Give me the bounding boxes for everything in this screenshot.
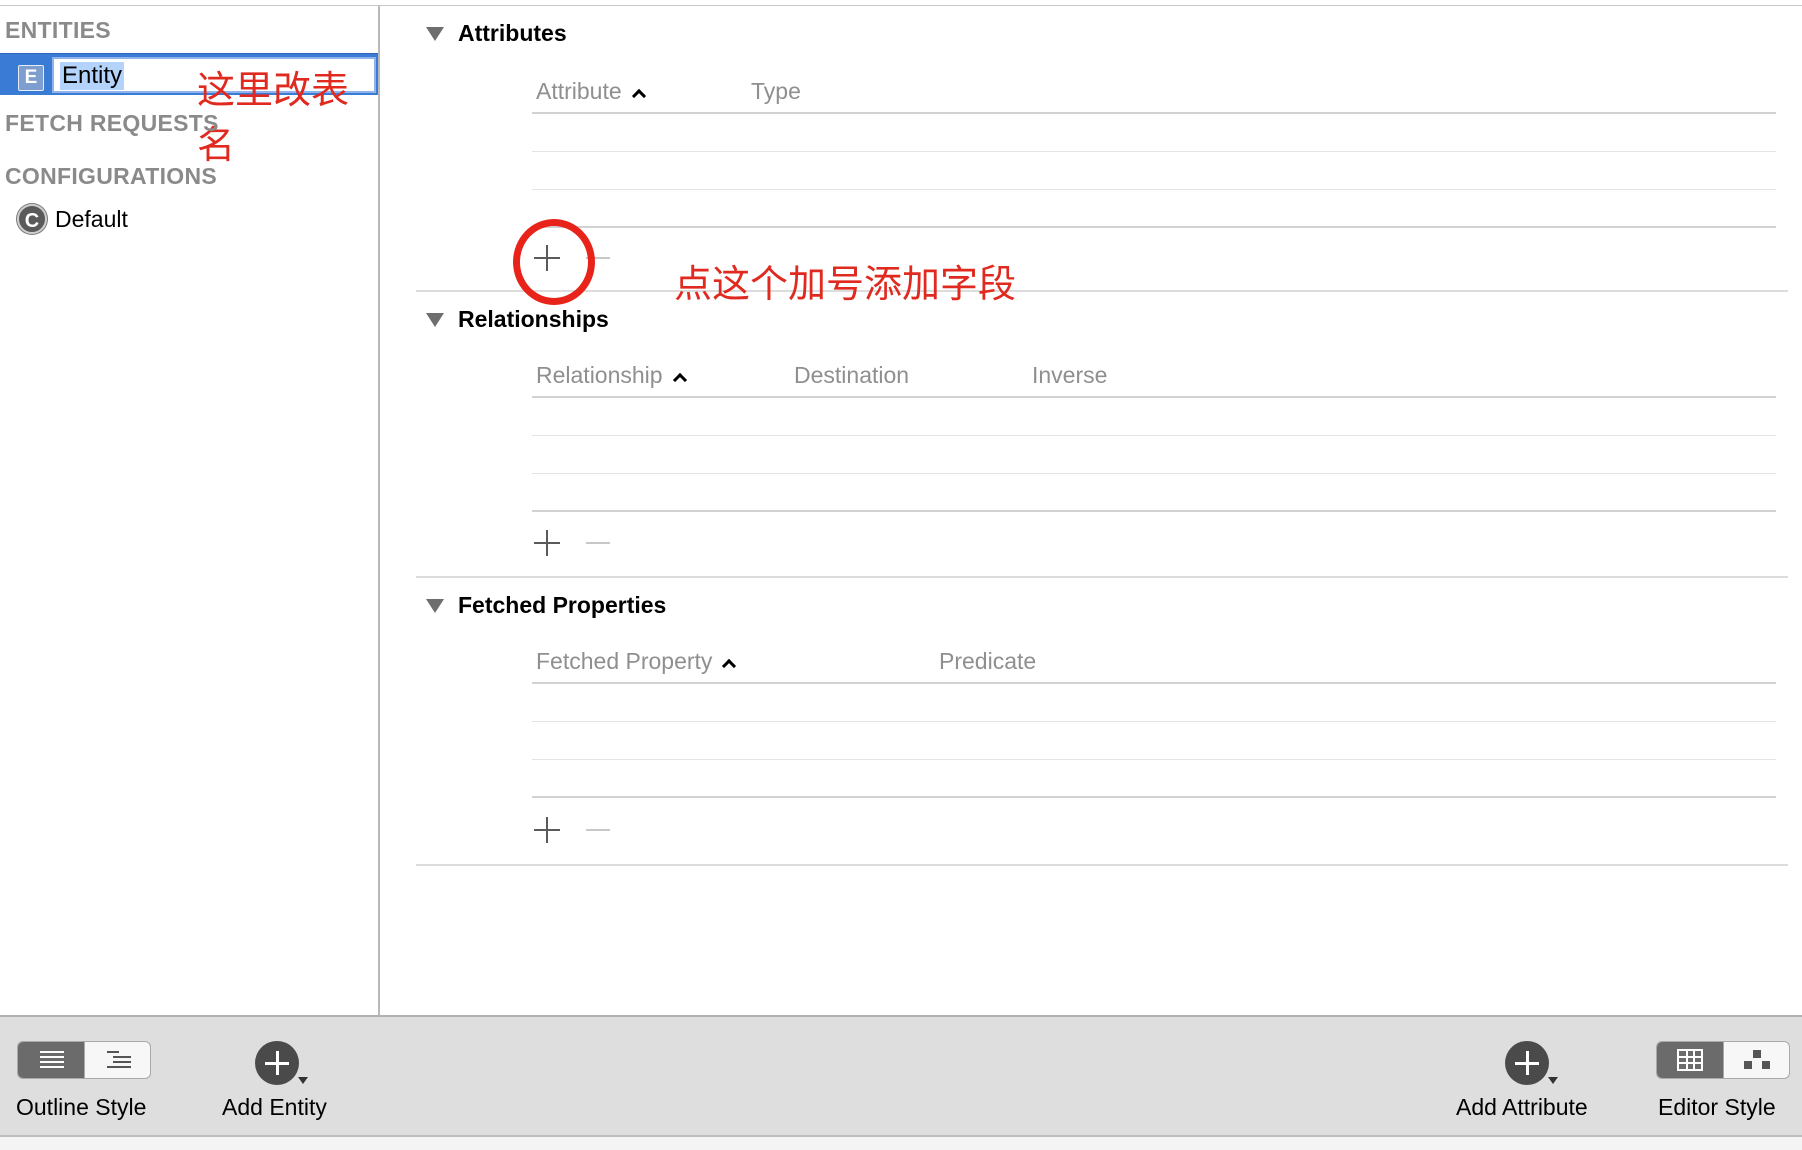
sidebar-item-default-configuration[interactable]: C Default <box>17 202 128 236</box>
indented-list-icon <box>107 1051 131 1069</box>
configurations-header: CONFIGURATIONS <box>5 163 218 189</box>
fetched-properties-title[interactable]: Fetched Properties <box>426 592 666 619</box>
add-attribute-dropdown-icon[interactable] <box>1548 1077 1558 1084</box>
relationships-section: Relationships Relationship Destination I… <box>416 292 1788 578</box>
attributes-section: Attributes Attribute Type <box>416 6 1788 292</box>
table-row <box>532 760 1776 798</box>
sort-ascending-icon <box>672 372 687 387</box>
relationships-add-remove <box>534 523 610 563</box>
editor-style-table-button[interactable] <box>1657 1042 1723 1078</box>
column-header-inverse[interactable]: Inverse <box>1032 362 1107 389</box>
table-row <box>532 114 1776 152</box>
add-entity-dropdown-icon[interactable] <box>298 1077 308 1084</box>
fetch-requests-header: FETCH REQUESTS <box>5 110 219 136</box>
outline-style-flat-button[interactable] <box>18 1042 84 1078</box>
add-attribute-button[interactable] <box>1505 1041 1549 1085</box>
add-attribute-label: Add Attribute <box>1456 1094 1588 1120</box>
relationships-title[interactable]: Relationships <box>426 306 609 333</box>
column-header-predicate[interactable]: Predicate <box>939 648 1036 675</box>
disclosure-triangle-icon[interactable] <box>426 598 444 613</box>
outline-style-control <box>17 1041 151 1079</box>
editor-style-control <box>1656 1041 1790 1079</box>
graph-icon <box>1744 1050 1770 1070</box>
relationships-title-text: Relationships <box>458 306 609 332</box>
add-fetched-property-plus-icon[interactable] <box>534 817 560 843</box>
rename-annotation: 这里改表名 <box>197 68 350 167</box>
column-header-fetched-property[interactable]: Fetched Property <box>536 648 737 675</box>
add-relationship-plus-icon[interactable] <box>534 530 560 556</box>
attributes-table-header: Attribute Type <box>532 72 1776 114</box>
disclosure-triangle-icon[interactable] <box>426 26 444 41</box>
remove-fetched-property-minus-icon[interactable] <box>586 829 610 831</box>
remove-relationship-minus-icon[interactable] <box>586 542 610 544</box>
table-row <box>532 398 1776 436</box>
table-row <box>532 190 1776 228</box>
table-row <box>532 722 1776 760</box>
configuration-label: Default <box>55 205 128 232</box>
entity-name-text: Entity <box>60 62 125 90</box>
column-header-attribute[interactable]: Attribute <box>536 78 646 105</box>
outline-style-label: Outline Style <box>16 1094 147 1120</box>
table-row <box>532 152 1776 190</box>
column-header-type[interactable]: Type <box>751 78 801 105</box>
add-entity-label: Add Entity <box>222 1094 327 1120</box>
relationships-table: Relationship Destination Inverse <box>532 356 1776 512</box>
list-icon <box>40 1051 64 1069</box>
disclosure-triangle-icon[interactable] <box>426 312 444 327</box>
attributes-title[interactable]: Attributes <box>426 20 567 47</box>
window-bottom-edge <box>0 1135 1802 1150</box>
table-grid-icon <box>1677 1049 1703 1071</box>
attributes-title-text: Attributes <box>458 20 567 46</box>
fetched-properties-table: Fetched Property Predicate <box>532 642 1776 798</box>
bottom-toolbar: Outline Style Add Entity Add Attribute E… <box>0 1015 1802 1135</box>
editor-style-graph-button[interactable] <box>1723 1042 1789 1078</box>
column-header-relationship[interactable]: Relationship <box>536 362 687 389</box>
entities-header: ENTITIES <box>5 17 111 43</box>
fetched-properties-section: Fetched Properties Fetched Property Pred… <box>416 578 1788 866</box>
entity-icon: E <box>18 65 44 91</box>
entity-editor: Attributes Attribute Type 点这个加号添加字段 Rela… <box>382 6 1802 1015</box>
sort-ascending-icon <box>722 658 737 673</box>
relationships-table-header: Relationship Destination Inverse <box>532 356 1776 398</box>
configuration-icon: C <box>17 204 47 234</box>
table-row <box>532 436 1776 474</box>
add-entity-button[interactable] <box>255 1041 299 1085</box>
column-header-destination[interactable]: Destination <box>794 362 909 389</box>
editor-style-label: Editor Style <box>1658 1094 1776 1120</box>
attributes-table: Attribute Type <box>532 72 1776 228</box>
fetched-properties-table-header: Fetched Property Predicate <box>532 642 1776 684</box>
sidebar: ENTITIES E Entity 这里改表名 FETCH REQUESTS C… <box>0 6 380 1015</box>
fetched-properties-title-text: Fetched Properties <box>458 592 667 618</box>
sort-ascending-icon <box>631 88 646 103</box>
outline-style-hierarchical-button[interactable] <box>84 1042 150 1078</box>
table-row <box>532 684 1776 722</box>
table-row <box>532 474 1776 512</box>
fetched-properties-add-remove <box>534 810 610 850</box>
